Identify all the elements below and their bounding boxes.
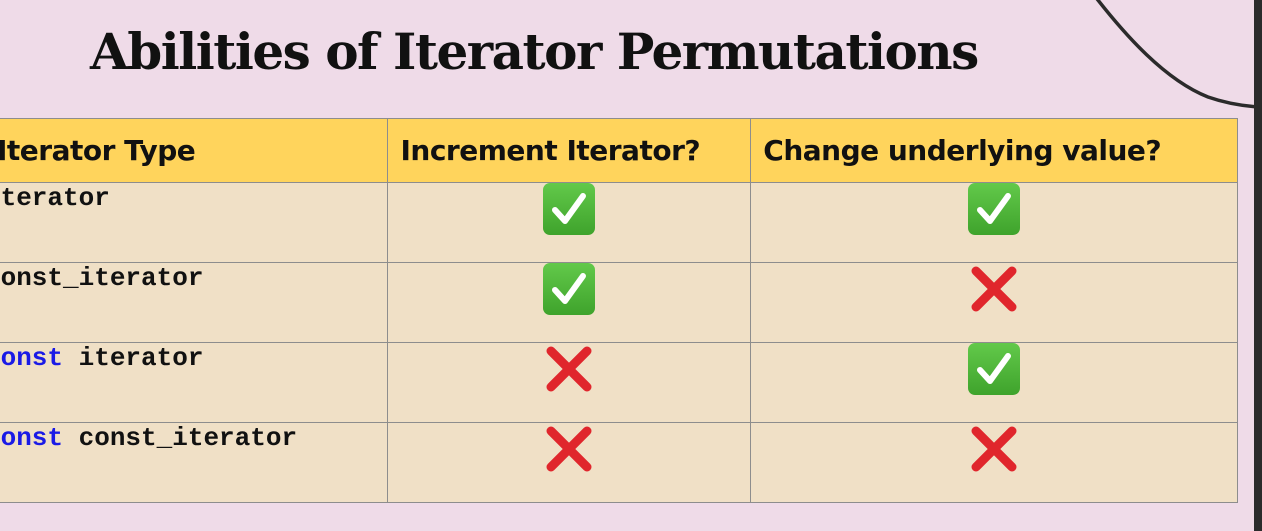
check-icon bbox=[543, 183, 596, 235]
increment-cell bbox=[387, 182, 752, 263]
iterator-type-name: iterator bbox=[0, 183, 110, 213]
increment-cell bbox=[387, 422, 752, 503]
cross-icon bbox=[543, 343, 595, 395]
table-row: const_iterator bbox=[0, 262, 1238, 343]
cross-icon bbox=[543, 423, 595, 475]
increment-cell bbox=[387, 342, 752, 423]
check-icon bbox=[968, 343, 1021, 395]
change-value-cell bbox=[750, 262, 1238, 343]
change-value-cell bbox=[750, 422, 1238, 503]
decorative-curve bbox=[1095, 0, 1254, 109]
iterator-type-name: iterator bbox=[63, 343, 204, 373]
slide: Abilities of Iterator Permutations Itera… bbox=[0, 0, 1254, 531]
check-icon bbox=[968, 183, 1021, 235]
header-increment-iterator: Increment Iterator? bbox=[387, 118, 752, 183]
iterator-type-cell: const const_iterator bbox=[0, 422, 389, 503]
iterator-type-cell: iterator bbox=[0, 182, 389, 263]
iterator-type-cell: const_iterator bbox=[0, 262, 389, 343]
cross-icon bbox=[968, 263, 1020, 315]
iterator-type-name: const_iterator bbox=[63, 423, 298, 453]
change-value-cell bbox=[750, 342, 1238, 423]
header-change-underlying-value: Change underlying value? bbox=[750, 118, 1238, 183]
table-row: const iterator bbox=[0, 342, 1238, 423]
page-title: Abilities of Iterator Permutations bbox=[90, 22, 979, 81]
header-iterator-type: Iterator Type bbox=[0, 118, 389, 183]
window-edge bbox=[1254, 0, 1262, 531]
check-icon bbox=[543, 263, 596, 315]
table-row: const const_iterator bbox=[0, 422, 1238, 503]
increment-cell bbox=[387, 262, 752, 343]
iterator-type-cell: const iterator bbox=[0, 342, 389, 423]
table-row: iterator bbox=[0, 182, 1238, 263]
cross-icon bbox=[968, 423, 1020, 475]
table-header-row: Iterator Type Increment Iterator? Change… bbox=[0, 118, 1238, 183]
const-keyword: const bbox=[0, 343, 64, 373]
iterator-type-name: const_iterator bbox=[0, 263, 204, 293]
iterator-abilities-table: Iterator Type Increment Iterator? Change… bbox=[0, 118, 1238, 503]
const-keyword: const bbox=[0, 423, 64, 453]
change-value-cell bbox=[750, 182, 1238, 263]
